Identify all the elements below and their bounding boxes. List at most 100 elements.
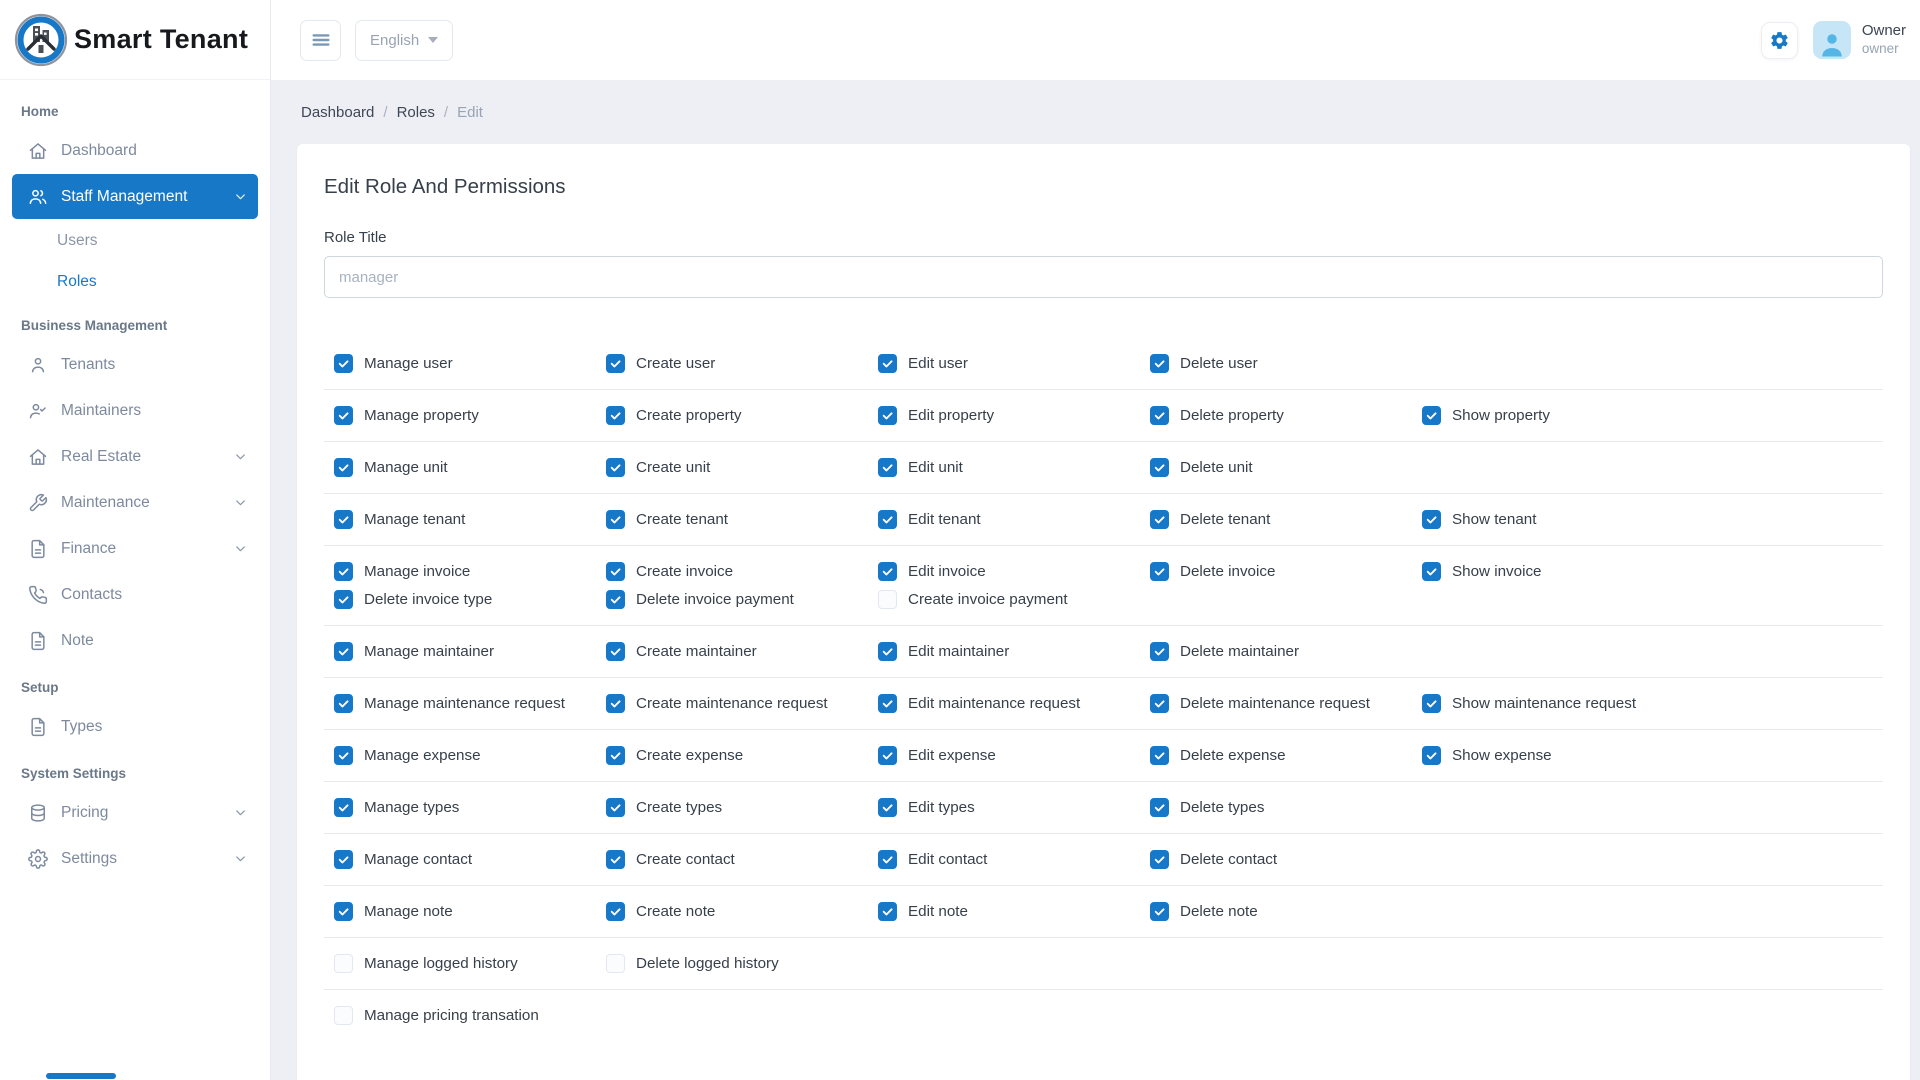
sidebar-item-staff-management[interactable]: Staff Management xyxy=(12,174,258,219)
checkbox-checked-icon[interactable] xyxy=(1150,746,1169,765)
checkbox-checked-icon[interactable] xyxy=(1150,850,1169,869)
permission-edit-contact[interactable]: Edit contact xyxy=(878,850,1150,869)
checkbox-checked-icon[interactable] xyxy=(334,694,353,713)
permission-manage-contact[interactable]: Manage contact xyxy=(334,850,606,869)
sidebar-item-maintainers[interactable]: Maintainers xyxy=(12,388,258,433)
permission-create-maintainer[interactable]: Create maintainer xyxy=(606,642,878,661)
checkbox-checked-icon[interactable] xyxy=(878,746,897,765)
sidebar-subitem-roles[interactable]: Roles xyxy=(0,261,270,302)
permission-delete-maintainer[interactable]: Delete maintainer xyxy=(1150,642,1422,661)
permission-edit-types[interactable]: Edit types xyxy=(878,798,1150,817)
checkbox-checked-icon[interactable] xyxy=(606,798,625,817)
checkbox-unchecked-icon[interactable] xyxy=(606,954,625,973)
checkbox-checked-icon[interactable] xyxy=(1422,746,1441,765)
permission-delete-tenant[interactable]: Delete tenant xyxy=(1150,510,1422,529)
checkbox-checked-icon[interactable] xyxy=(606,458,625,477)
permission-manage-note[interactable]: Manage note xyxy=(334,902,606,921)
permission-manage-user[interactable]: Manage user xyxy=(334,354,606,373)
checkbox-checked-icon[interactable] xyxy=(334,562,353,581)
permission-show-property[interactable]: Show property xyxy=(1422,406,1694,425)
checkbox-checked-icon[interactable] xyxy=(878,850,897,869)
checkbox-checked-icon[interactable] xyxy=(606,850,625,869)
checkbox-checked-icon[interactable] xyxy=(1150,694,1169,713)
role-title-input[interactable] xyxy=(324,256,1883,298)
permission-create-expense[interactable]: Create expense xyxy=(606,746,878,765)
permission-manage-invoice[interactable]: Manage invoice xyxy=(334,562,606,581)
permission-create-unit[interactable]: Create unit xyxy=(606,458,878,477)
checkbox-checked-icon[interactable] xyxy=(878,642,897,661)
permission-manage-pricing-transation[interactable]: Manage pricing transation xyxy=(334,1006,606,1025)
permission-edit-invoice[interactable]: Edit invoice xyxy=(878,562,1150,581)
permission-edit-user[interactable]: Edit user xyxy=(878,354,1150,373)
checkbox-checked-icon[interactable] xyxy=(1422,562,1441,581)
checkbox-checked-icon[interactable] xyxy=(878,694,897,713)
checkbox-checked-icon[interactable] xyxy=(1422,694,1441,713)
brand[interactable]: Smart Tenant xyxy=(0,0,270,80)
checkbox-checked-icon[interactable] xyxy=(878,510,897,529)
permission-manage-maintenance-request[interactable]: Manage maintenance request xyxy=(334,694,606,713)
permission-edit-maintenance-request[interactable]: Edit maintenance request xyxy=(878,694,1150,713)
checkbox-checked-icon[interactable] xyxy=(334,510,353,529)
permission-delete-contact[interactable]: Delete contact xyxy=(1150,850,1422,869)
checkbox-checked-icon[interactable] xyxy=(878,458,897,477)
permission-create-invoice-payment[interactable]: Create invoice payment xyxy=(878,590,1150,609)
menu-toggle-button[interactable] xyxy=(300,20,341,61)
sidebar-item-note[interactable]: Note xyxy=(12,618,258,663)
permission-delete-note[interactable]: Delete note xyxy=(1150,902,1422,921)
user-avatar[interactable] xyxy=(1813,21,1851,59)
checkbox-checked-icon[interactable] xyxy=(606,510,625,529)
permission-create-invoice[interactable]: Create invoice xyxy=(606,562,878,581)
checkbox-checked-icon[interactable] xyxy=(1150,562,1169,581)
sidebar-item-tenants[interactable]: Tenants xyxy=(12,342,258,387)
sidebar-item-settings[interactable]: Settings xyxy=(12,836,258,881)
permission-delete-property[interactable]: Delete property xyxy=(1150,406,1422,425)
checkbox-checked-icon[interactable] xyxy=(1150,902,1169,921)
permission-show-expense[interactable]: Show expense xyxy=(1422,746,1694,765)
checkbox-unchecked-icon[interactable] xyxy=(878,590,897,609)
settings-button[interactable] xyxy=(1761,22,1798,59)
permission-create-maintenance-request[interactable]: Create maintenance request xyxy=(606,694,878,713)
checkbox-checked-icon[interactable] xyxy=(334,850,353,869)
checkbox-checked-icon[interactable] xyxy=(1150,510,1169,529)
permission-create-contact[interactable]: Create contact xyxy=(606,850,878,869)
checkbox-checked-icon[interactable] xyxy=(1150,406,1169,425)
checkbox-checked-icon[interactable] xyxy=(606,694,625,713)
sidebar-subitem-users[interactable]: Users xyxy=(0,220,270,261)
checkbox-checked-icon[interactable] xyxy=(606,406,625,425)
checkbox-checked-icon[interactable] xyxy=(878,798,897,817)
permission-manage-unit[interactable]: Manage unit xyxy=(334,458,606,477)
checkbox-checked-icon[interactable] xyxy=(334,354,353,373)
checkbox-checked-icon[interactable] xyxy=(606,642,625,661)
permission-delete-invoice-payment[interactable]: Delete invoice payment xyxy=(606,590,878,609)
permission-delete-user[interactable]: Delete user xyxy=(1150,354,1422,373)
permission-manage-types[interactable]: Manage types xyxy=(334,798,606,817)
permission-manage-property[interactable]: Manage property xyxy=(334,406,606,425)
checkbox-checked-icon[interactable] xyxy=(334,458,353,477)
permission-delete-maintenance-request[interactable]: Delete maintenance request xyxy=(1150,694,1422,713)
permission-manage-logged-history[interactable]: Manage logged history xyxy=(334,954,606,973)
permission-edit-expense[interactable]: Edit expense xyxy=(878,746,1150,765)
checkbox-checked-icon[interactable] xyxy=(334,746,353,765)
checkbox-checked-icon[interactable] xyxy=(1150,354,1169,373)
permission-create-types[interactable]: Create types xyxy=(606,798,878,817)
checkbox-checked-icon[interactable] xyxy=(1422,510,1441,529)
permission-edit-maintainer[interactable]: Edit maintainer xyxy=(878,642,1150,661)
permission-show-invoice[interactable]: Show invoice xyxy=(1422,562,1694,581)
permission-create-user[interactable]: Create user xyxy=(606,354,878,373)
sidebar-item-types[interactable]: Types xyxy=(12,704,258,749)
checkbox-checked-icon[interactable] xyxy=(1422,406,1441,425)
permission-manage-maintainer[interactable]: Manage maintainer xyxy=(334,642,606,661)
permission-show-maintenance-request[interactable]: Show maintenance request xyxy=(1422,694,1694,713)
permission-edit-unit[interactable]: Edit unit xyxy=(878,458,1150,477)
permission-delete-logged-history[interactable]: Delete logged history xyxy=(606,954,878,973)
checkbox-checked-icon[interactable] xyxy=(606,590,625,609)
breadcrumb-dashboard[interactable]: Dashboard xyxy=(301,104,374,121)
user-block[interactable]: Owner owner xyxy=(1862,22,1906,58)
permission-manage-tenant[interactable]: Manage tenant xyxy=(334,510,606,529)
checkbox-checked-icon[interactable] xyxy=(606,902,625,921)
permission-edit-tenant[interactable]: Edit tenant xyxy=(878,510,1150,529)
sidebar-scrollbar-thumb[interactable] xyxy=(46,1073,116,1079)
checkbox-checked-icon[interactable] xyxy=(878,902,897,921)
checkbox-checked-icon[interactable] xyxy=(334,902,353,921)
checkbox-checked-icon[interactable] xyxy=(878,406,897,425)
